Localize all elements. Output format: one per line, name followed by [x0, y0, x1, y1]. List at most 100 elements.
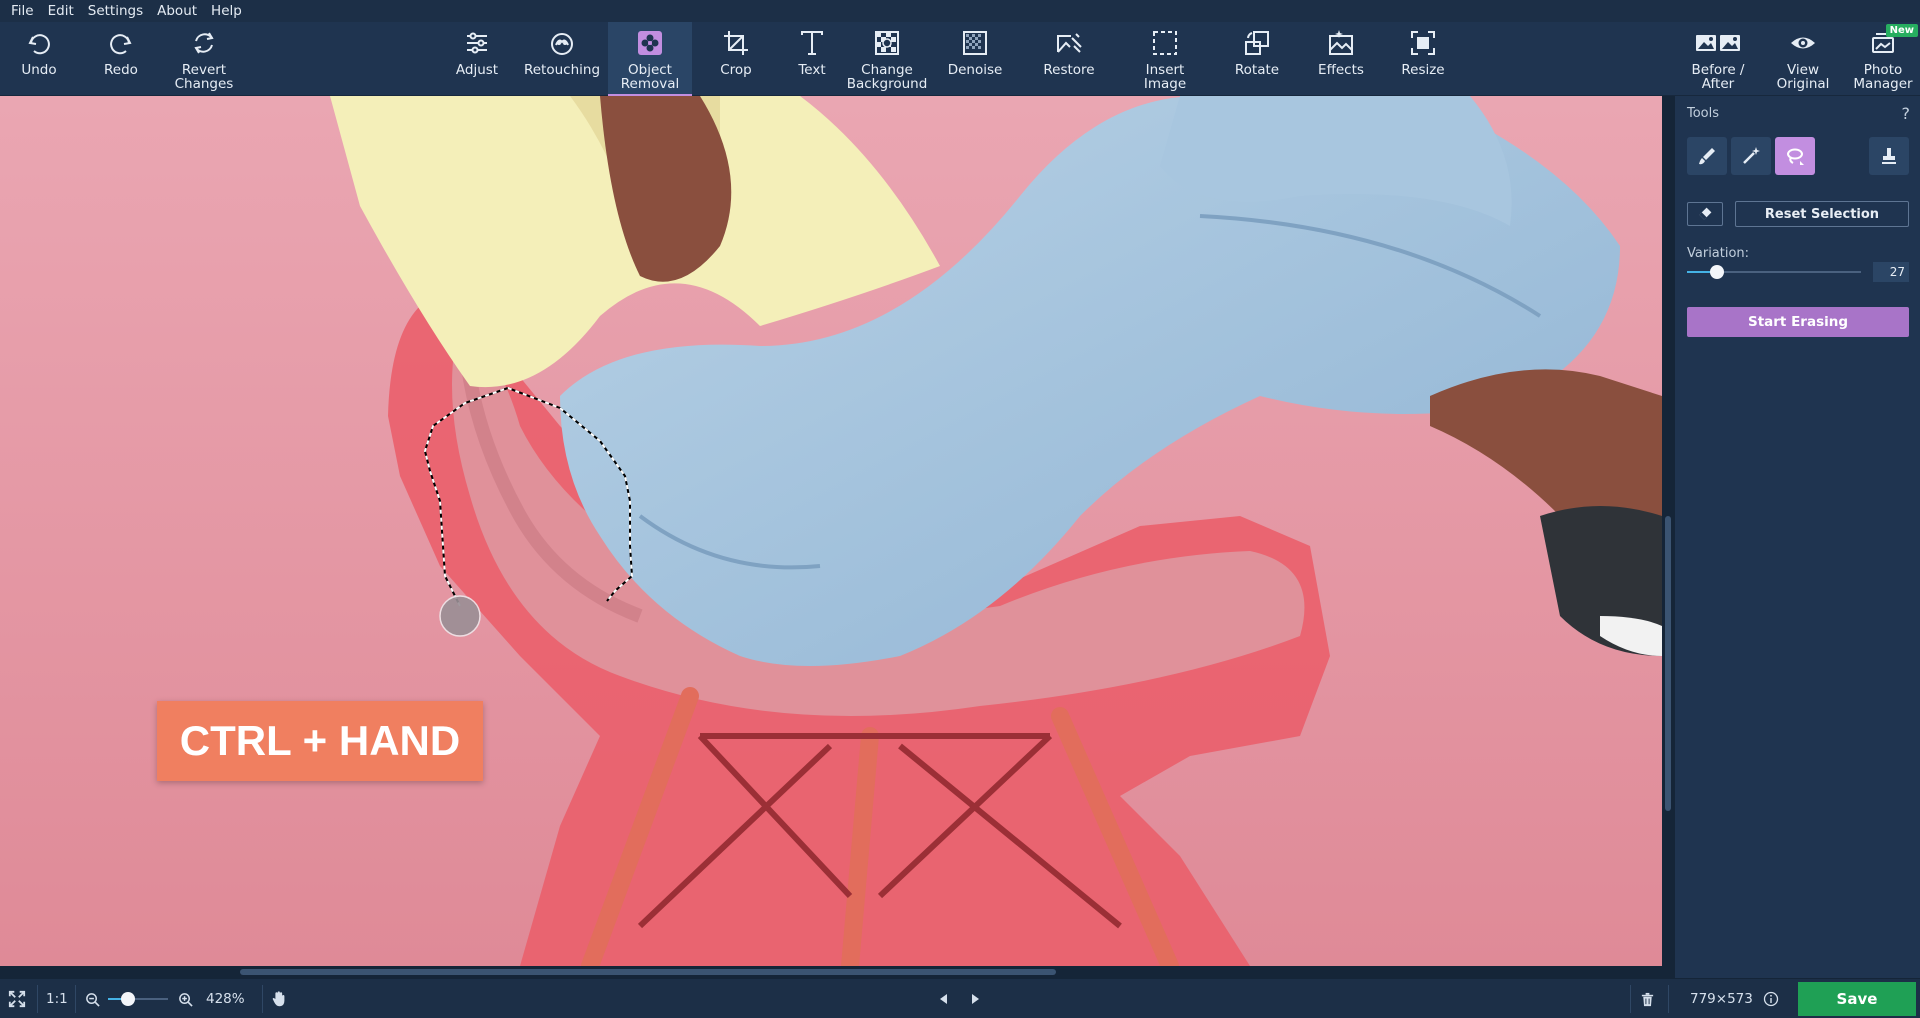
eraser-icon — [1699, 207, 1712, 220]
zoom-in-button[interactable] — [178, 979, 193, 1018]
zoom-in-icon — [179, 992, 193, 1007]
restore-label: Restore — [1043, 62, 1095, 78]
change-background-button[interactable]: Change Background — [845, 22, 929, 96]
fit-screen-icon — [8, 990, 26, 1008]
variation-value-field[interactable]: 27 — [1873, 262, 1909, 282]
before-after-button[interactable]: Before / After — [1686, 22, 1750, 96]
reset-selection-button[interactable]: Reset Selection — [1735, 201, 1909, 227]
lasso-tool-button[interactable] — [1775, 137, 1815, 175]
insert-image-icon — [1153, 31, 1177, 55]
photo-manager-button[interactable]: New Photo Manager — [1846, 22, 1920, 96]
variation-slider-handle[interactable] — [1709, 265, 1724, 279]
vertical-scroll-thumb[interactable] — [1665, 516, 1671, 811]
resize-label: Resize — [1401, 62, 1445, 78]
info-icon — [1763, 991, 1779, 1007]
status-bar: 1:1 428% 779×573 Save — [0, 978, 1920, 1018]
resize-icon — [1411, 31, 1435, 55]
horizontal-scroll-thumb[interactable] — [240, 969, 1056, 975]
stamp-tool-button[interactable] — [1869, 137, 1909, 175]
magic-wand-tool-button[interactable] — [1731, 137, 1771, 175]
vertical-scrollbar[interactable] — [1662, 96, 1674, 966]
restore-icon — [1057, 33, 1082, 53]
denoise-button[interactable]: Denoise — [944, 22, 1006, 96]
trash-icon — [1641, 992, 1654, 1006]
rotate-button[interactable]: Rotate — [1226, 22, 1288, 96]
retouching-label: Retouching — [523, 62, 601, 78]
brush-cursor — [439, 595, 481, 637]
revert-label: Revert Changes — [174, 62, 234, 92]
text-label: Text — [798, 62, 826, 78]
info-button[interactable] — [1763, 979, 1779, 1018]
hand-tool-button[interactable] — [270, 979, 288, 1018]
variation-label: Variation: — [1687, 246, 1750, 261]
rotate-icon — [1245, 31, 1269, 55]
object-removal-button[interactable]: Object Removal — [608, 22, 692, 96]
rotate-label: Rotate — [1234, 62, 1280, 78]
menu-edit[interactable]: Edit — [41, 0, 81, 22]
undo-button[interactable]: Undo — [8, 22, 70, 96]
effects-icon — [1329, 30, 1353, 55]
delete-button[interactable] — [1640, 979, 1655, 1018]
text-icon — [801, 31, 823, 55]
menu-settings[interactable]: Settings — [81, 0, 150, 22]
image-dimensions: 779×573 — [1690, 991, 1753, 1007]
fit-to-screen-button[interactable] — [8, 979, 26, 1018]
magic-wand-icon — [1743, 147, 1760, 164]
adjust-icon — [467, 32, 487, 54]
view-original-button[interactable]: View Original — [1770, 22, 1836, 96]
retouching-icon — [551, 33, 573, 55]
photo-canvas[interactable]: CTRL + HAND — [0, 96, 1662, 966]
divider — [1668, 985, 1669, 1013]
restore-button[interactable]: Restore — [1030, 22, 1108, 96]
before-after-label: Before / After — [1691, 62, 1745, 92]
revert-changes-button[interactable]: Revert Changes — [168, 22, 240, 96]
previous-arrow-icon — [940, 994, 947, 1004]
actual-size-button[interactable]: 1:1 — [46, 979, 68, 1018]
effects-button[interactable]: Effects — [1308, 22, 1374, 96]
eraser-button[interactable] — [1687, 202, 1723, 226]
insert-image-button[interactable]: Insert Image — [1132, 22, 1198, 96]
stamp-icon — [1882, 148, 1896, 164]
previous-image-button[interactable] — [938, 979, 950, 1018]
brush-tool-button[interactable] — [1687, 137, 1727, 175]
menu-about[interactable]: About — [150, 0, 204, 22]
help-button[interactable]: ? — [1902, 104, 1911, 123]
eye-icon — [1791, 37, 1815, 49]
crop-icon — [724, 31, 748, 55]
denoise-icon — [963, 31, 987, 55]
lasso-icon — [1787, 148, 1804, 165]
text-button[interactable]: Text — [781, 22, 843, 96]
redo-button[interactable]: Redo — [90, 22, 152, 96]
object-removal-panel: Tools ? Reset Selection Variation: 27 St… — [1674, 96, 1920, 978]
adjust-label: Adjust — [455, 62, 499, 78]
insert-image-label: Insert Image — [1143, 62, 1187, 92]
menu-help[interactable]: Help — [204, 0, 249, 22]
crop-button[interactable]: Crop — [705, 22, 767, 96]
next-arrow-icon — [972, 994, 979, 1004]
start-erasing-button[interactable]: Start Erasing — [1687, 307, 1909, 337]
divider — [75, 985, 76, 1013]
resize-button[interactable]: Resize — [1392, 22, 1454, 96]
new-badge: New — [1885, 24, 1918, 37]
divider — [262, 985, 263, 1013]
save-button[interactable]: Save — [1798, 982, 1916, 1016]
menu-file[interactable]: File — [4, 0, 41, 22]
denoise-label: Denoise — [947, 62, 1003, 78]
main-toolbar: Undo Redo Revert Changes Adjust Retouchi… — [0, 22, 1920, 96]
next-image-button[interactable] — [969, 979, 981, 1018]
change-background-icon — [875, 31, 899, 55]
adjust-button[interactable]: Adjust — [446, 22, 508, 96]
edited-photo — [0, 96, 1662, 966]
retouching-button[interactable]: Retouching — [520, 22, 604, 96]
zoom-level: 428% — [206, 991, 245, 1007]
redo-icon — [110, 34, 132, 55]
brush-icon — [1699, 148, 1715, 165]
shortcut-hint-badge: CTRL + HAND — [157, 701, 483, 781]
zoom-slider-handle[interactable] — [120, 992, 135, 1006]
zoom-out-button[interactable] — [85, 979, 100, 1018]
undo-icon — [28, 34, 50, 55]
crop-label: Crop — [720, 62, 752, 78]
object-removal-icon — [638, 31, 662, 55]
horizontal-scrollbar[interactable] — [0, 966, 1674, 978]
menu-bar: File Edit Settings About Help — [0, 0, 1920, 22]
